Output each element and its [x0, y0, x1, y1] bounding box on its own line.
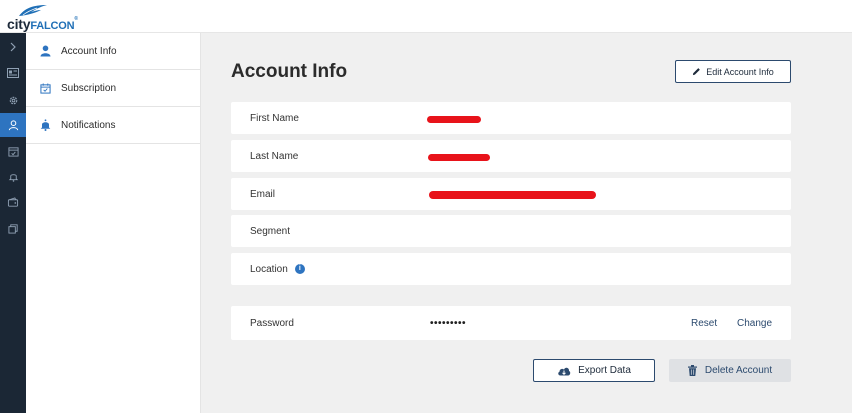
export-data-label: Export Data [578, 365, 631, 376]
rail-item-news[interactable] [0, 61, 26, 85]
redaction-mark [428, 154, 490, 161]
top-bar: cityFALCON® [0, 0, 852, 33]
edit-account-info-button[interactable]: Edit Account Info [675, 60, 791, 83]
password-value: ••••••••• [430, 317, 467, 329]
user-icon [8, 119, 18, 130]
sidenav-item-subscription[interactable]: Subscription [26, 70, 200, 107]
calendar-icon [38, 81, 52, 95]
field-label: Location [250, 263, 288, 275]
rail-item-calendar[interactable] [0, 139, 26, 163]
chevron-right-icon [10, 42, 16, 52]
bell-icon [38, 118, 52, 132]
pencil-icon [693, 68, 701, 76]
account-sidenav: Account Info Subscription Notifications [26, 33, 201, 413]
reset-password-link[interactable]: Reset [691, 318, 717, 329]
field-label: Last Name [250, 150, 299, 162]
redaction-mark [429, 191, 596, 199]
field-row-first-name: First Name [231, 102, 791, 134]
rail-item-account[interactable] [0, 113, 26, 137]
delete-account-button[interactable]: Delete Account [669, 359, 791, 382]
brand-mark: ® [74, 16, 78, 22]
brand-name: cityFALCON® [7, 16, 78, 32]
cloud-download-icon [558, 367, 571, 375]
field-label: Segment [250, 225, 291, 237]
trash-icon [687, 365, 697, 376]
wallet-icon [7, 196, 19, 207]
rail-item-wallet[interactable] [0, 190, 26, 214]
field-row-email: Email [231, 178, 791, 210]
export-data-button[interactable]: Export Data [533, 359, 655, 382]
user-icon [38, 44, 52, 58]
icon-rail [0, 33, 26, 413]
brand-part-2: FALCON [30, 20, 75, 32]
password-row: Password ••••••••• Reset Change [231, 306, 791, 340]
sidenav-label: Notifications [61, 119, 116, 131]
news-icon [7, 68, 19, 78]
sidenav-item-account-info[interactable]: Account Info [26, 33, 200, 70]
field-label-wrap: Location i [250, 264, 305, 275]
sidenav-label: Subscription [61, 82, 117, 94]
field-row-segment: Segment [231, 215, 791, 247]
main-content: Account Info Edit Account Info First Nam… [201, 33, 852, 413]
cityfalcon-logo[interactable]: cityFALCON® [7, 3, 87, 32]
brand-part-1: city [7, 16, 31, 32]
field-label: First Name [250, 112, 299, 124]
layers-icon [7, 223, 18, 234]
delete-account-label: Delete Account [704, 365, 773, 376]
sidenav-label: Account Info [61, 45, 117, 57]
info-icon[interactable]: i [294, 263, 305, 274]
field-label: Email [250, 188, 276, 200]
page-title: Account Info [231, 61, 348, 82]
calendar-icon [7, 146, 19, 157]
rail-item-notifications[interactable] [0, 164, 26, 188]
rail-expand-button[interactable] [0, 35, 26, 59]
rail-item-settings[interactable] [0, 88, 26, 112]
gear-icon [9, 96, 17, 104]
sidenav-item-notifications[interactable]: Notifications [26, 107, 200, 144]
edit-account-info-label: Edit Account Info [706, 66, 774, 77]
field-row-last-name: Last Name [231, 140, 791, 172]
bell-icon [8, 173, 18, 182]
rail-item-layers[interactable] [0, 216, 26, 240]
redaction-mark [427, 116, 481, 123]
password-label: Password [250, 317, 294, 329]
change-password-link[interactable]: Change [737, 318, 772, 329]
field-row-location: Location i [231, 253, 791, 285]
